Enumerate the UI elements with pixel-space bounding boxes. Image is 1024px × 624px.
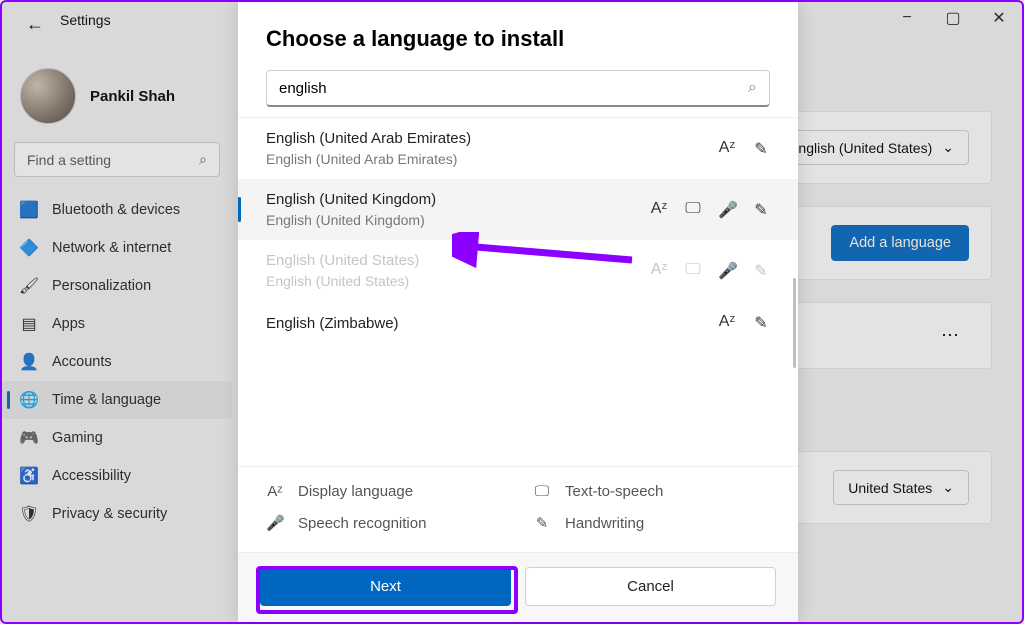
back-button[interactable]: ← bbox=[26, 14, 44, 35]
legend-tts: Text-to-speech bbox=[565, 483, 663, 500]
feature-legend: Aᶻ Display language 🖵 Text-to-speech 🎤 Spee… bbox=[238, 466, 798, 552]
handwriting-icon: ✎ bbox=[533, 514, 551, 532]
close-button[interactable]: ✕ bbox=[976, 2, 1022, 34]
language-native-name: English (United States) bbox=[266, 273, 650, 289]
language-name: English (United Arab Emirates) bbox=[266, 130, 718, 147]
nav-icon: 🛡 bbox=[20, 505, 38, 523]
sidebar-item-apps[interactable]: ▤ Apps bbox=[2, 305, 232, 343]
nav-label: Accounts bbox=[52, 354, 112, 370]
sidebar-item-accounts[interactable]: 👤 Accounts bbox=[2, 343, 232, 381]
sidebar-item-bluetooth-devices[interactable]: 🟦 Bluetooth & devices bbox=[2, 191, 232, 229]
nav-icon: ▤ bbox=[20, 315, 38, 333]
nav-icon: 👤 bbox=[20, 353, 38, 371]
chevron-down-icon: ⌄ bbox=[942, 479, 954, 496]
nav-icon: ♿ bbox=[20, 467, 38, 485]
hand-icon: ✎ bbox=[752, 139, 770, 159]
minimize-button[interactable]: − bbox=[884, 2, 930, 34]
scrollbar-thumb[interactable] bbox=[793, 278, 796, 368]
nav-icon: 🟦 bbox=[20, 201, 38, 219]
nav-label: Accessibility bbox=[52, 468, 131, 484]
nav-label: Gaming bbox=[52, 430, 103, 446]
sidebar-item-privacy-security[interactable]: 🛡 Privacy & security bbox=[2, 495, 232, 533]
language-native-name: English (United Arab Emirates) bbox=[266, 151, 718, 167]
nav-label: Time & language bbox=[52, 392, 161, 408]
display-language-dropdown[interactable]: English (United States) ⌄ bbox=[774, 130, 969, 165]
find-setting-placeholder: Find a setting bbox=[27, 152, 111, 168]
language-name: English (Zimbabwe) bbox=[266, 315, 718, 332]
profile-name: Pankil Shah bbox=[90, 88, 175, 105]
nav-label: Network & internet bbox=[52, 240, 171, 256]
more-options-button[interactable]: ⋯ bbox=[933, 321, 969, 350]
avatar bbox=[20, 68, 76, 124]
sidebar-item-time-language[interactable]: 🌐 Time & language bbox=[2, 381, 232, 419]
next-button[interactable]: Next bbox=[260, 567, 511, 606]
legend-handwriting: Handwriting bbox=[565, 515, 644, 532]
choose-language-modal: Choose a language to install ⌕ English (… bbox=[238, 2, 798, 622]
nav-label: Apps bbox=[52, 316, 85, 332]
language-list: English (United Arab Emirates) English (U… bbox=[238, 117, 798, 466]
modal-title: Choose a language to install bbox=[266, 26, 770, 52]
cancel-button[interactable]: Cancel bbox=[525, 567, 776, 606]
search-icon: ⌕ bbox=[748, 79, 757, 97]
tts-icon: 🖵 bbox=[533, 483, 551, 500]
find-setting-input[interactable]: Find a setting ⌕ bbox=[14, 142, 220, 177]
sidebar-item-personalization[interactable]: 🖌 Personalization bbox=[2, 267, 232, 305]
disp-icon: Aᶻ bbox=[718, 139, 736, 159]
add-language-button[interactable]: Add a language bbox=[831, 225, 969, 261]
language-option: English (United States) English (United S… bbox=[238, 240, 798, 301]
nav-icon: 🔷 bbox=[20, 239, 38, 257]
nav-label: Bluetooth & devices bbox=[52, 202, 180, 218]
disp-icon: Aᶻ bbox=[650, 261, 668, 281]
hand-icon: ✎ bbox=[752, 261, 770, 281]
country-dropdown[interactable]: United States ⌄ bbox=[833, 470, 969, 505]
speech-icon: 🎤 bbox=[266, 514, 284, 532]
sidebar-item-accessibility[interactable]: ♿ Accessibility bbox=[2, 457, 232, 495]
language-native-name: English (United Kingdom) bbox=[266, 212, 650, 228]
language-name: English (United States) bbox=[266, 252, 650, 269]
chevron-down-icon: ⌄ bbox=[942, 139, 954, 156]
sidebar: Pankil Shah Find a setting ⌕ 🟦 Bluetooth … bbox=[2, 2, 232, 622]
language-option[interactable]: English (United Kingdom) English (United … bbox=[238, 179, 798, 240]
nav-icon: 🖌 bbox=[20, 277, 38, 295]
language-option[interactable]: English (United Arab Emirates) English (U… bbox=[238, 118, 798, 179]
disp-icon: Aᶻ bbox=[650, 200, 668, 220]
profile-block[interactable]: Pankil Shah bbox=[2, 60, 232, 142]
language-name: English (United Kingdom) bbox=[266, 191, 650, 208]
display-language-value: English (United States) bbox=[789, 140, 932, 156]
country-value: United States bbox=[848, 480, 932, 496]
disp-icon: Aᶻ bbox=[718, 313, 736, 333]
nav-label: Privacy & security bbox=[52, 506, 167, 522]
nav-icon: 🎮 bbox=[20, 429, 38, 447]
language-search-field[interactable] bbox=[279, 80, 748, 97]
language-search-input[interactable]: ⌕ bbox=[266, 70, 770, 107]
window-title: Settings bbox=[60, 12, 111, 28]
tts-icon: 🖵 bbox=[684, 200, 702, 220]
nav-icon: 🌐 bbox=[20, 391, 38, 409]
search-icon: ⌕ bbox=[199, 151, 207, 168]
display-language-icon: Aᶻ bbox=[266, 483, 284, 500]
sidebar-item-gaming[interactable]: 🎮 Gaming bbox=[2, 419, 232, 457]
maximize-button[interactable]: ▢ bbox=[930, 2, 976, 34]
sr-icon: 🎤 bbox=[718, 200, 736, 220]
hand-icon: ✎ bbox=[752, 200, 770, 220]
sr-icon: 🎤 bbox=[718, 261, 736, 281]
tts-icon: 🖵 bbox=[684, 261, 702, 281]
hand-icon: ✎ bbox=[752, 313, 770, 333]
legend-speech: Speech recognition bbox=[298, 515, 426, 532]
nav-label: Personalization bbox=[52, 278, 151, 294]
legend-display-language: Display language bbox=[298, 483, 413, 500]
language-option[interactable]: English (Zimbabwe)Aᶻ ✎ bbox=[238, 301, 798, 345]
sidebar-item-network-internet[interactable]: 🔷 Network & internet bbox=[2, 229, 232, 267]
